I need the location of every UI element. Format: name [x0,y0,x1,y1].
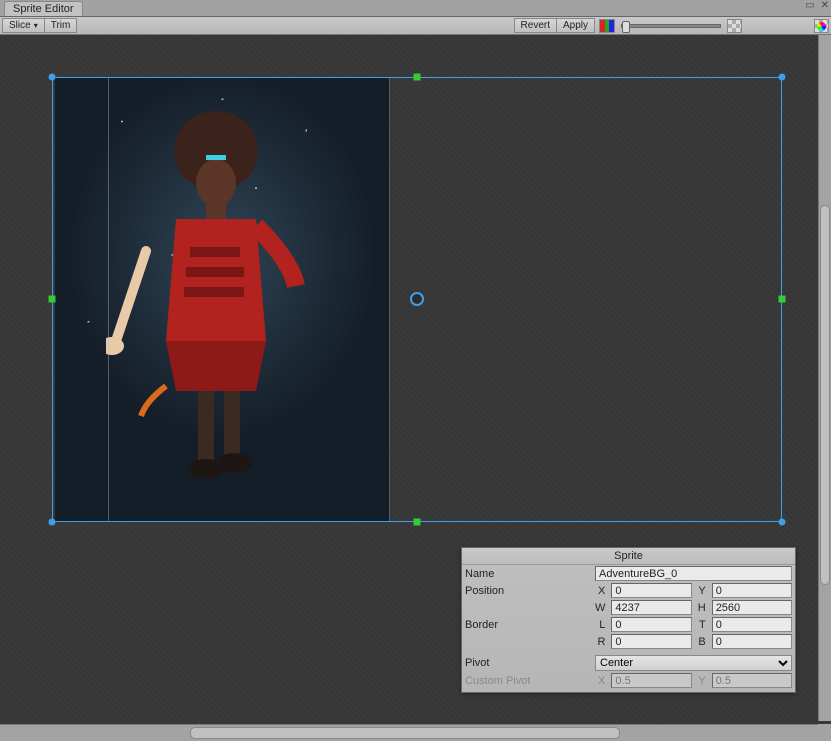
revert-button-label: Revert [521,20,550,31]
color-picker-icon[interactable] [814,19,829,33]
pivot-select[interactable]: Center [595,655,792,671]
border-l-label: L [592,616,608,633]
handle-right-mid[interactable] [779,296,786,303]
horizontal-scrollbar[interactable] [0,724,818,741]
vertical-scrollbar-thumb[interactable] [820,205,830,585]
pivot-label: Pivot [462,654,592,672]
name-label: Name [462,565,592,582]
toolbar: Slice ▾ Trim Revert Apply [0,17,831,35]
titlebar: Sprite Editor ▭ ✕ [0,0,831,17]
detach-icon[interactable]: ▭ [805,0,814,11]
slice-button[interactable]: Slice ▾ [2,18,45,33]
handle-bottom-right[interactable] [779,519,786,526]
pos-y-label: Y [695,582,709,599]
custom-y-field [712,673,792,688]
custom-x-field [611,673,691,688]
vertical-scrollbar[interactable] [818,35,831,721]
handle-top-left[interactable] [49,74,56,81]
horizontal-scrollbar-thumb[interactable] [190,727,620,739]
handle-bottom-left[interactable] [49,519,56,526]
pos-y-field[interactable] [712,583,792,598]
custom-x-label: X [592,672,608,689]
pos-h-label: H [695,599,709,616]
pos-w-field[interactable] [611,600,691,615]
pos-h-field[interactable] [712,600,792,615]
handle-top-right[interactable] [779,74,786,81]
handle-top-mid[interactable] [414,74,421,81]
slice-button-label: Slice [9,20,31,31]
trim-button[interactable]: Trim [45,18,78,33]
custom-y-label: Y [695,672,709,689]
alpha-toggle[interactable] [727,19,742,33]
window-tab-label: Sprite Editor [13,3,74,15]
canvas[interactable]: Sprite Name Position X Y W H Border [0,35,818,721]
mip-slider[interactable] [621,24,721,28]
pos-x-field[interactable] [611,583,691,598]
border-label: Border [462,616,592,633]
sprite-inspector-panel: Sprite Name Position X Y W H Border [461,547,796,693]
pos-x-label: X [592,582,608,599]
pos-w-label: W [592,599,608,616]
revert-button[interactable]: Revert [514,18,557,33]
border-l-field[interactable] [611,617,691,632]
border-t-field[interactable] [712,617,792,632]
apply-button-label: Apply [563,20,588,31]
border-b-field[interactable] [712,634,792,649]
close-icon[interactable]: ✕ [821,0,829,11]
name-field[interactable] [595,566,792,581]
pivot-handle[interactable] [410,292,424,306]
trim-button-label: Trim [51,20,71,31]
border-r-label: R [592,633,608,650]
window-tab[interactable]: Sprite Editor [4,1,83,16]
border-b-label: B [695,633,709,650]
handle-left-mid[interactable] [49,296,56,303]
custom-pivot-label: Custom Pivot [462,672,592,689]
border-r-field[interactable] [611,634,691,649]
apply-button[interactable]: Apply [557,18,595,33]
handle-bottom-mid[interactable] [414,519,421,526]
border-t-label: T [695,616,709,633]
scrollbar-corner [818,724,831,741]
chevron-down-icon: ▾ [34,21,38,30]
inspector-header: Sprite [462,548,795,565]
rgb-channel-toggle[interactable] [599,19,615,33]
mip-slider-knob[interactable] [622,21,630,33]
position-label: Position [462,582,592,599]
